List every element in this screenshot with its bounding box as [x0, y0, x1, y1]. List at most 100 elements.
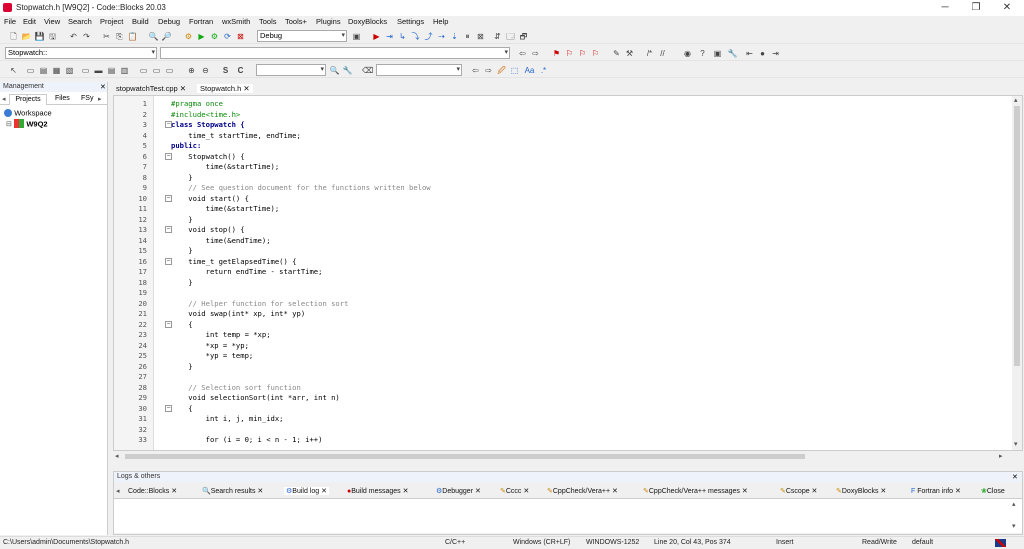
zoom-out-icon[interactable]: ⊖ [200, 65, 211, 76]
tree-workspace[interactable]: Workspace [4, 108, 52, 117]
hscroll-thumb[interactable] [125, 454, 805, 459]
paste-icon[interactable]: 📋 [127, 31, 138, 42]
stop-debug-icon[interactable]: ⊠ [475, 31, 486, 42]
select-all-icon[interactable]: ⬚ [509, 65, 520, 76]
tab-stopwatchtest-cpp[interactable]: stopwatchTest.cpp ✕ [116, 84, 186, 93]
menu-wxsmith[interactable]: wxSmith [222, 17, 250, 26]
doxy-config-icon[interactable]: ▣ [712, 48, 723, 59]
find-next-icon[interactable]: ⇨ [483, 65, 494, 76]
menu-edit[interactable]: Edit [23, 17, 36, 26]
scroll-thumb[interactable] [1014, 106, 1020, 366]
cut-icon[interactable]: ✂ [101, 31, 112, 42]
log-scroll-down-icon[interactable]: ▾ [1012, 522, 1016, 530]
log-tab-cccc[interactable]: ✎Cccc ✕ [500, 487, 529, 495]
s-icon[interactable]: S [220, 65, 231, 76]
doxy-wizard-icon[interactable]: ✎ [611, 48, 622, 59]
widget-11-icon[interactable]: ▭ [164, 65, 175, 76]
log-tab-debugger[interactable]: ⚙Debugger ✕ [436, 487, 481, 495]
comment-line-icon[interactable]: // [657, 48, 668, 59]
jump-back-icon[interactable]: ⇦ [517, 48, 528, 59]
step-instruction-alt-icon[interactable]: ⇵ [492, 31, 503, 42]
tab-fsymbols[interactable]: FSy [81, 95, 93, 102]
widget-9-icon[interactable]: ▭ [138, 65, 149, 76]
build-icon[interactable]: ⚙ [183, 31, 194, 42]
run-icon[interactable]: ▶ [196, 31, 207, 42]
tab-close-icon[interactable]: ✕ [180, 84, 186, 93]
menu-fortran[interactable]: Fortran [189, 17, 213, 26]
log-tab-doxyblocks[interactable]: ✎DoxyBlocks ✕ [836, 487, 886, 495]
menu-settings[interactable]: Settings [397, 17, 424, 26]
doxy-extract-icon[interactable]: ⚒ [624, 48, 635, 59]
editor-vertical-scrollbar[interactable]: ▴ ▾ [1012, 96, 1022, 450]
logs-scroll-left-icon[interactable]: ◂ [116, 487, 120, 495]
jump-forward-icon[interactable]: ⇨ [530, 48, 541, 59]
next-bookmark-icon[interactable]: ⚐ [577, 48, 588, 59]
menu-project[interactable]: Project [100, 17, 123, 26]
find-prev-icon[interactable]: ⇦ [470, 65, 481, 76]
widget-3-icon[interactable]: ▦ [51, 65, 62, 76]
comment-block-icon[interactable]: /* [644, 48, 655, 59]
change-dot-icon[interactable]: ● [757, 48, 768, 59]
debug-windows-icon[interactable]: 🗔 [505, 31, 516, 42]
abort-icon[interactable]: ⊠ [235, 31, 246, 42]
tab-files[interactable]: Files [55, 95, 70, 102]
scroll-up-icon[interactable]: ▴ [1014, 96, 1018, 104]
widget-5-icon[interactable]: ▭ [80, 65, 91, 76]
build-target-select[interactable]: Debug ▾ [257, 30, 347, 42]
pointer-icon[interactable]: ↖ [8, 65, 19, 76]
tabs-scroll-left-icon[interactable]: ◂ [2, 95, 6, 103]
log-tab-codeblocks[interactable]: Code::Blocks ✕ [128, 487, 177, 495]
search-text-select[interactable]: ▾ [256, 64, 326, 76]
replace-icon[interactable]: 🔎 [161, 31, 172, 42]
menu-view[interactable]: View [44, 17, 60, 26]
debug-info-icon[interactable]: 🗗 [518, 31, 529, 42]
debug-start-icon[interactable]: ▶ [371, 31, 382, 42]
close-button[interactable]: ✕ [992, 0, 1022, 16]
highlight-icon[interactable]: 🖉 [496, 65, 507, 76]
redo-icon[interactable]: ↷ [81, 31, 92, 42]
undo-icon[interactable]: ↶ [68, 31, 79, 42]
widget-4-icon[interactable]: ▧ [64, 65, 75, 76]
maximize-button[interactable]: ❐ [961, 0, 991, 16]
step-into-icon[interactable]: ⤵ [410, 31, 421, 42]
widget-8-icon[interactable]: ▥ [119, 65, 130, 76]
menu-debug[interactable]: Debug [158, 17, 180, 26]
scroll-right-icon[interactable]: ▸ [999, 452, 1003, 460]
find-icon[interactable]: 🔍 [148, 31, 159, 42]
tree-project[interactable]: ⊟ W9Q2 [6, 119, 48, 129]
editor-horizontal-scrollbar[interactable]: ◂ ▸ [113, 452, 1023, 461]
menu-help[interactable]: Help [433, 17, 448, 26]
rebuild-icon[interactable]: ⟳ [222, 31, 233, 42]
scope-select[interactable]: Stopwatch:: ▾ [5, 47, 157, 59]
incremental-search-icon[interactable]: ⌫ [362, 65, 373, 76]
tree-expander-icon[interactable]: ⊟ [6, 121, 12, 128]
search-icon[interactable]: 🔍 [329, 65, 340, 76]
step-out-icon[interactable]: ⤴ [423, 31, 434, 42]
widget-6-icon[interactable]: ▬ [93, 65, 104, 76]
next-instruction-icon[interactable]: ⇢ [436, 31, 447, 42]
match-case-icon[interactable]: Aa [524, 65, 535, 76]
wrench-icon[interactable]: 🔧 [727, 48, 738, 59]
menu-file[interactable]: File [4, 17, 16, 26]
tab-stopwatch-h[interactable]: Stopwatch.h ✕ [197, 84, 253, 93]
tabs-scroll-right-icon[interactable]: ▸ [98, 95, 102, 103]
next-line-icon[interactable]: ↳ [397, 31, 408, 42]
search-options-icon[interactable]: 🔧 [342, 65, 353, 76]
scroll-down-icon[interactable]: ▾ [1014, 440, 1018, 448]
menu-plugins[interactable]: Plugins [316, 17, 341, 26]
next-change-icon[interactable]: ⇥ [770, 48, 781, 59]
logs-close-icon[interactable]: ✕ [1012, 473, 1018, 481]
minimize-button[interactable]: ─ [930, 0, 960, 16]
open-icon[interactable]: 📂 [21, 31, 32, 42]
clear-bookmarks-icon[interactable]: ⚐ [590, 48, 601, 59]
widget-7-icon[interactable]: ▤ [106, 65, 117, 76]
scroll-left-icon[interactable]: ◂ [115, 452, 119, 460]
menu-build[interactable]: Build [132, 17, 149, 26]
target-options-icon[interactable]: ▣ [351, 31, 362, 42]
save-icon[interactable]: 💾 [34, 31, 45, 42]
regex-icon[interactable]: .* [538, 65, 549, 76]
toggle-bookmark-icon[interactable]: ⚑ [551, 48, 562, 59]
log-output[interactable] [114, 498, 1022, 533]
run-to-cursor-icon[interactable]: ⇥ [384, 31, 395, 42]
tab-close-icon[interactable]: ✕ [243, 84, 249, 93]
